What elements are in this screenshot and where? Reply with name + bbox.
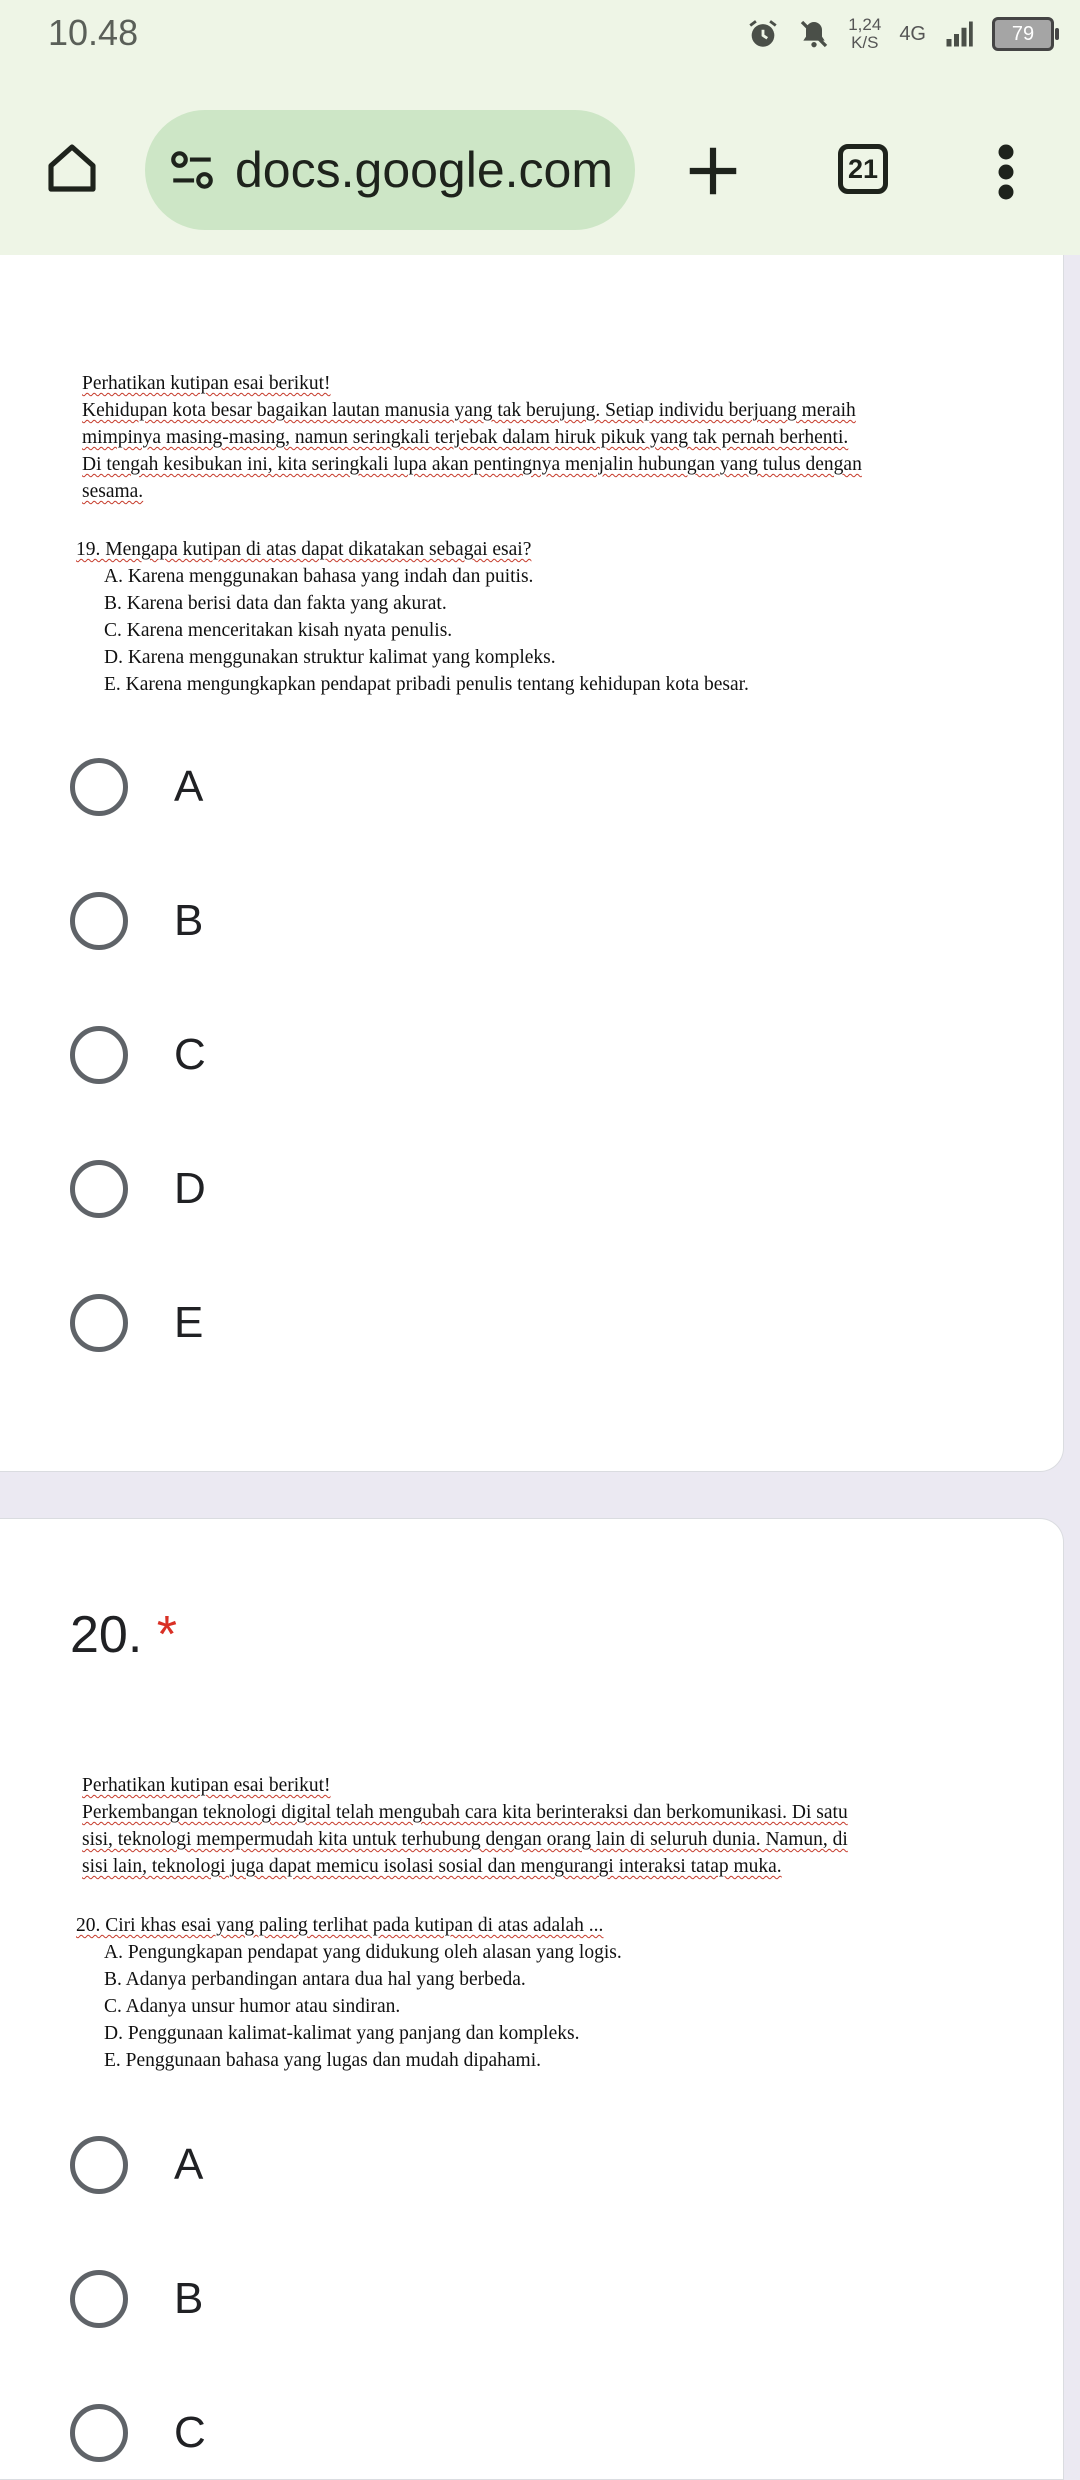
required-asterisk: *	[156, 1606, 177, 1664]
status-time: 10.48	[48, 12, 139, 53]
passage-line: Di tengah kesibukan ini, kita seringkali…	[82, 454, 862, 475]
home-icon[interactable]	[44, 138, 100, 198]
radio-label: D	[174, 1164, 206, 1213]
passage-line: sesama.	[82, 481, 144, 502]
radio-label: A	[174, 2140, 204, 2189]
option-line-a: A. Pengungkapan pendapat yang didukung o…	[104, 1942, 622, 1963]
status-icons: 1,24 K/S 4G 79	[746, 10, 1059, 58]
radio-option-b[interactable]: B	[70, 2270, 203, 2328]
question-text-20: 20. Ciri khas esai yang paling terlihat …	[76, 1912, 976, 2074]
option-line-d: D. Penggunaan kalimat-kalimat yang panja…	[104, 2023, 580, 2044]
radio-circle[interactable]	[70, 892, 128, 950]
radio-option-a[interactable]: A	[70, 758, 203, 816]
network-type: 4G	[899, 22, 926, 45]
radio-label: B	[174, 2274, 204, 2323]
more-vert-icon[interactable]	[994, 142, 1018, 202]
speed-value: 1,24	[848, 15, 882, 34]
radio-label: A	[174, 762, 204, 811]
alarm-icon	[749, 20, 777, 47]
radio-label: E	[174, 1298, 204, 1347]
notifications-off-icon	[801, 20, 828, 48]
speed-unit: K/S	[851, 33, 879, 52]
option-line-c: C. Karena menceritakan kisah nyata penul…	[104, 620, 453, 641]
tab-switcher-button[interactable]: 21	[838, 144, 888, 194]
battery-indicator: 79	[992, 17, 1059, 51]
radio-option-c[interactable]: C	[70, 2404, 206, 2462]
question-line: 20. Ciri khas esai yang paling terlihat …	[76, 1915, 604, 1936]
radio-option-c[interactable]: C	[70, 1026, 206, 1084]
radio-option-d[interactable]: D	[70, 1160, 206, 1218]
option-line-d: D. Karena menggunakan struktur kalimat y…	[104, 647, 556, 668]
passage-19: Perhatikan kutipan esai berikut! Kehidup…	[82, 370, 982, 505]
option-line-b: B. Adanya perbandingan antara dua hal ya…	[104, 1969, 526, 1990]
radio-circle[interactable]	[70, 2270, 128, 2328]
passage-line: sisi, teknologi mempermudah kita untuk t…	[82, 1829, 848, 1850]
radio-circle[interactable]	[70, 1294, 128, 1352]
option-line-c: C. Adanya unsur humor atau sindiran.	[104, 1996, 401, 2017]
passage-line: Perkembangan teknologi digital telah men…	[82, 1802, 848, 1823]
passage-intro: Perhatikan kutipan esai berikut!	[82, 1775, 331, 1796]
network-speed: 1,24 K/S	[848, 16, 881, 52]
option-line-b: B. Karena berisi data dan fakta yang aku…	[104, 593, 447, 614]
radio-option-b[interactable]: B	[70, 892, 203, 950]
browser-top-bar: 10.48 1,24 K/S 4G 79 docs.google.com 21	[0, 0, 1080, 255]
passage-20: Perhatikan kutipan esai berikut! Perkemb…	[82, 1772, 982, 1880]
radio-option-e[interactable]: E	[70, 1294, 203, 1352]
new-tab-icon[interactable]	[682, 140, 744, 202]
radio-option-a[interactable]: A	[70, 2136, 203, 2194]
passage-line: Kehidupan kota besar bagaikan lautan man…	[82, 400, 856, 421]
question-number: 20.	[70, 1606, 143, 1664]
option-line-a: A. Karena menggunakan bahasa yang indah …	[104, 566, 534, 587]
signal-icon	[946, 21, 973, 47]
url-text: docs.google.com	[235, 142, 614, 198]
passage-line: sisi lain, teknologi juga dapat memicu i…	[82, 1856, 782, 1877]
passage-line: mimpinya masing-masing, namun seringkali…	[82, 427, 849, 448]
question-line: 19. Mengapa kutipan di atas dapat dikata…	[76, 539, 532, 560]
radio-label: C	[174, 1030, 206, 1079]
passage-intro: Perhatikan kutipan esai berikut!	[82, 373, 331, 394]
radio-circle[interactable]	[70, 1160, 128, 1218]
radio-label: B	[174, 896, 204, 945]
radio-circle[interactable]	[70, 1026, 128, 1084]
option-line-e: E. Penggunaan bahasa yang lugas dan muda…	[104, 2050, 542, 2071]
question-number-20: 20. *	[70, 1605, 177, 1665]
radio-circle[interactable]	[70, 2136, 128, 2194]
site-info-icon[interactable]	[167, 145, 217, 195]
question-text-19: 19. Mengapa kutipan di atas dapat dikata…	[76, 536, 976, 698]
option-line-e: E. Karena mengungkapkan pendapat pribadi…	[104, 674, 749, 695]
radio-circle[interactable]	[70, 2404, 128, 2462]
radio-label: C	[174, 2408, 206, 2457]
radio-circle[interactable]	[70, 758, 128, 816]
address-bar[interactable]: docs.google.com	[145, 110, 635, 230]
